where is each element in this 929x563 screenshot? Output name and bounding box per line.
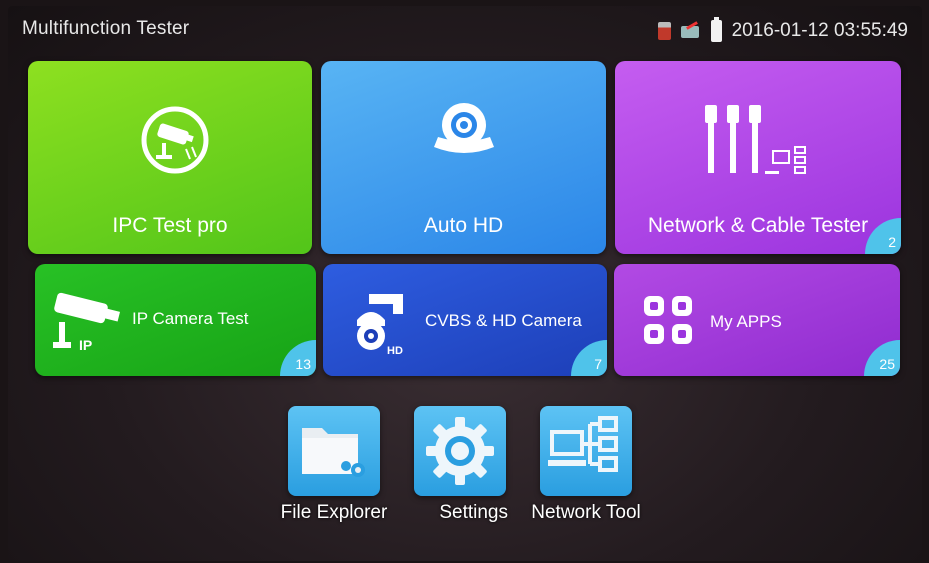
dome-camera-icon bbox=[434, 103, 494, 153]
settings-button[interactable]: Settings bbox=[412, 406, 508, 524]
battery-icon bbox=[710, 17, 722, 42]
network-tool-icon bbox=[540, 406, 632, 496]
cctv-camera-icon bbox=[141, 106, 209, 174]
svg-text:IP: IP bbox=[79, 337, 92, 353]
count-badge: 13 bbox=[280, 340, 316, 376]
ptz-camera-icon: HD bbox=[357, 294, 403, 357]
tile-my-apps[interactable]: My APPS 25 bbox=[614, 264, 900, 376]
apps-icon bbox=[644, 296, 692, 344]
dock-label: File Explorer bbox=[280, 502, 388, 523]
tile-label: IP Camera Test bbox=[132, 309, 249, 328]
dock-label: Settings bbox=[439, 502, 508, 523]
sd-card-icon bbox=[657, 22, 671, 40]
tile-auto-hd[interactable]: Auto HD bbox=[321, 61, 606, 254]
tile-label: My APPS bbox=[710, 312, 782, 331]
status-indicators: 2016-01-12 03:55:49 bbox=[657, 17, 908, 42]
tile-network-cable-tester[interactable]: Network & Cable Tester 2 bbox=[615, 61, 901, 254]
tile-label: Network & Cable Tester bbox=[647, 214, 869, 237]
tile-ip-camera-test[interactable]: IP IP Camera Test 13 bbox=[35, 264, 316, 376]
status-bar: Multifunction Tester 2016-01-12 03:55:49 bbox=[8, 6, 922, 48]
tile-label: CVBS & HD Camera bbox=[425, 311, 582, 330]
tile-label: IPC Test pro bbox=[112, 214, 228, 237]
svg-text:HD: HD bbox=[387, 345, 403, 357]
dock-label: Network Tool bbox=[531, 502, 641, 523]
cable-network-icon bbox=[705, 105, 806, 174]
app-title: Multifunction Tester bbox=[22, 18, 190, 39]
network-disconnected-icon bbox=[680, 23, 701, 39]
network-tool-button[interactable]: Network Tool bbox=[531, 406, 641, 524]
tile-cvbs-hd-camera[interactable]: HD CVBS & HD Camera 7 bbox=[323, 264, 607, 376]
count-badge: 7 bbox=[571, 340, 607, 376]
file-explorer-button[interactable]: File Explorer bbox=[281, 406, 387, 524]
tile-label: Auto HD bbox=[423, 214, 504, 237]
ip-camera-icon: IP bbox=[53, 292, 121, 353]
datetime: 2016-01-12 03:55:49 bbox=[731, 20, 908, 41]
count-badge: 25 bbox=[864, 340, 900, 376]
gear-icon bbox=[414, 406, 506, 496]
tester-screen: Multifunction Tester 2016-01-12 03:55:49… bbox=[8, 6, 922, 561]
folder-icon bbox=[288, 406, 380, 496]
tile-ipc-test-pro[interactable]: IPC Test pro bbox=[28, 61, 312, 254]
